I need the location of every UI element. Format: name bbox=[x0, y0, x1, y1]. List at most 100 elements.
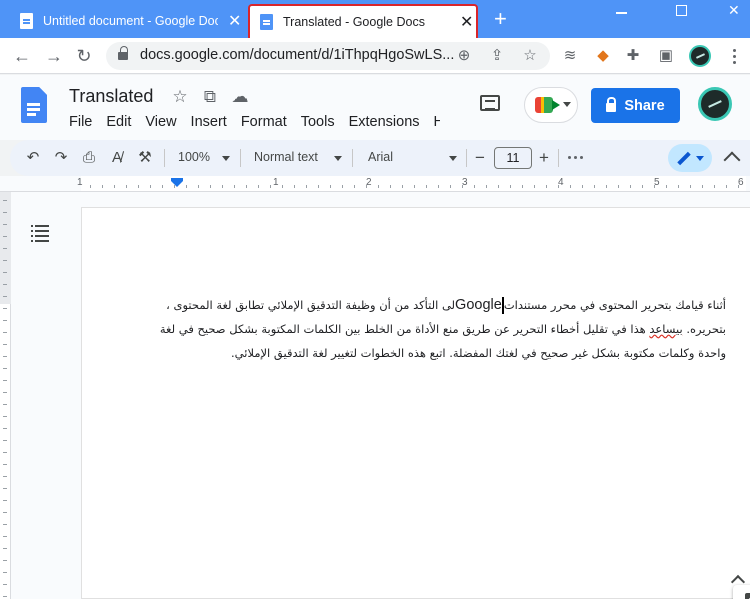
tab-untitled-document[interactable]: Untitled document - Google Docs ✕ bbox=[8, 4, 246, 38]
editing-mode-button[interactable] bbox=[668, 144, 712, 172]
ruler-tick bbox=[246, 185, 247, 188]
profile-avatar[interactable] bbox=[689, 45, 711, 67]
cloud-status-icon[interactable]: ☁ bbox=[230, 86, 250, 108]
comments-icon[interactable] bbox=[480, 95, 500, 111]
chevron-down-icon[interactable] bbox=[449, 156, 457, 161]
tab-close-icon[interactable]: ✕ bbox=[460, 12, 473, 32]
vertical-ruler-tick bbox=[3, 452, 7, 453]
browser-menu-icon[interactable] bbox=[724, 44, 744, 68]
collapse-menus-icon[interactable] bbox=[723, 151, 741, 169]
ruler-tick bbox=[282, 185, 283, 188]
increase-font-size-button[interactable]: + bbox=[534, 148, 554, 168]
ruler-number: 1 bbox=[273, 177, 279, 188]
vertical-ruler-tick bbox=[3, 548, 7, 549]
lock-icon[interactable] bbox=[118, 46, 128, 61]
ruler-tick bbox=[198, 185, 199, 188]
browser-navbar: ← → ↻ docs.google.com/document/d/1iThpqH… bbox=[0, 38, 750, 74]
misspelled-word[interactable]: بيساعد bbox=[649, 322, 682, 336]
back-button[interactable]: ← bbox=[10, 44, 34, 68]
meet-button[interactable] bbox=[524, 87, 578, 123]
reload-button[interactable]: ↻ bbox=[72, 44, 96, 68]
toolbar-divider bbox=[164, 149, 165, 167]
ruler-tick bbox=[510, 185, 511, 188]
minimize-button[interactable] bbox=[616, 0, 627, 20]
ruler-tick bbox=[258, 185, 259, 188]
document-line-3[interactable]: واحدة وكلمات مكتوبة بشكل غير صحيح في لغت… bbox=[174, 341, 726, 365]
vertical-ruler-tick bbox=[3, 392, 7, 393]
ruler-tick bbox=[666, 185, 667, 188]
ruler-tick bbox=[414, 185, 415, 188]
more-options-icon[interactable] bbox=[568, 156, 583, 159]
paragraph-style-select[interactable]: Normal text bbox=[254, 150, 318, 164]
vertical-ruler-tick bbox=[3, 344, 7, 345]
tab-close-icon[interactable]: ✕ bbox=[228, 11, 241, 31]
print-icon[interactable]: ⎙ bbox=[78, 148, 100, 168]
ruler-tick bbox=[366, 185, 367, 188]
font-select[interactable]: Arial bbox=[368, 150, 393, 164]
menu-format[interactable]: Format bbox=[241, 114, 287, 130]
account-avatar[interactable] bbox=[698, 87, 732, 121]
vertical-ruler-tick bbox=[3, 584, 7, 585]
zoom-icon[interactable]: ⊕ bbox=[454, 46, 474, 66]
document-line-1[interactable]: أثناء قيامك بتحرير المحتوى في محرر مستند… bbox=[166, 293, 726, 317]
paint-format-icon[interactable]: ⚒ bbox=[134, 148, 156, 168]
menu-tools[interactable]: Tools bbox=[301, 114, 335, 130]
forward-button[interactable]: → bbox=[42, 44, 66, 68]
share-button[interactable]: Share bbox=[591, 88, 680, 123]
menu-edit[interactable]: Edit bbox=[106, 114, 131, 130]
toolbar-divider bbox=[558, 149, 559, 167]
font-size-input[interactable]: 11 bbox=[494, 147, 532, 169]
vertical-ruler-tick bbox=[3, 536, 7, 537]
extension-icon[interactable]: ≋ bbox=[561, 47, 579, 65]
metamask-icon[interactable]: ◆ bbox=[594, 47, 612, 65]
tab-translated[interactable]: Translated - Google Docs ✕ bbox=[248, 4, 478, 38]
maximize-button[interactable] bbox=[676, 0, 687, 20]
pencil-icon bbox=[677, 151, 691, 166]
ruler-tick bbox=[174, 185, 175, 188]
vertical-ruler[interactable] bbox=[0, 192, 11, 599]
document-outline-icon[interactable] bbox=[31, 224, 49, 242]
star-icon[interactable]: ☆ bbox=[170, 86, 190, 108]
close-window-button[interactable]: ✕ bbox=[728, 0, 740, 20]
ruler-tick bbox=[342, 185, 343, 188]
horizontal-ruler[interactable]: 1 1 2 3 4 5 6 bbox=[0, 176, 750, 192]
text-run-latin: Google bbox=[455, 297, 502, 313]
chevron-down-icon[interactable] bbox=[334, 156, 342, 161]
decrease-font-size-button[interactable]: − bbox=[470, 148, 490, 168]
zoom-select[interactable]: 100% bbox=[178, 150, 210, 164]
document-body[interactable]: أثناء قيامك بتحرير المحتوى في محرر مستند… bbox=[160, 293, 726, 365]
vertical-ruler-tick bbox=[3, 428, 7, 429]
document-title[interactable]: Translated bbox=[69, 86, 153, 107]
vertical-ruler-tick bbox=[3, 440, 7, 441]
extensions-puzzle-icon[interactable]: ✚ bbox=[624, 47, 642, 65]
redo-icon[interactable]: ↷ bbox=[50, 148, 72, 168]
vertical-ruler-tick bbox=[3, 284, 7, 285]
spellcheck-icon[interactable]: A̸ bbox=[106, 148, 128, 168]
url-text[interactable]: docs.google.com/document/d/1iThpqHgoSwLS… bbox=[140, 47, 454, 63]
new-tab-button[interactable]: + bbox=[494, 8, 507, 30]
vertical-ruler-tick bbox=[3, 512, 7, 513]
address-bar[interactable]: docs.google.com/document/d/1iThpqHgoSwLS… bbox=[106, 42, 550, 70]
ruler-tick bbox=[126, 185, 127, 188]
document-page[interactable]: أثناء قيامك بتحرير المحتوى في محرر مستند… bbox=[81, 207, 750, 599]
vertical-ruler-tick bbox=[3, 476, 7, 477]
bookmark-star-icon[interactable]: ☆ bbox=[520, 46, 540, 66]
document-line-2[interactable]: بتحريره. بيساعد هذا في تقليل أخطاء التحر… bbox=[160, 317, 726, 341]
undo-icon[interactable]: ↶ bbox=[22, 148, 44, 168]
vertical-ruler-tick bbox=[3, 464, 7, 465]
move-folder-icon[interactable]: ⧉ bbox=[200, 86, 220, 108]
ruler-tick bbox=[222, 185, 223, 188]
menu-extensions[interactable]: Extensions bbox=[349, 114, 420, 130]
indent-marker[interactable] bbox=[171, 178, 183, 187]
ruler-tick bbox=[378, 185, 379, 188]
menu-file[interactable]: File bbox=[69, 114, 92, 130]
menu-view[interactable]: View bbox=[145, 114, 176, 130]
menu-insert[interactable]: Insert bbox=[191, 114, 227, 130]
share-page-icon[interactable]: ⇪ bbox=[487, 46, 507, 66]
docs-logo-icon[interactable] bbox=[21, 87, 47, 123]
side-panel-icon[interactable]: ▣ bbox=[657, 47, 675, 65]
vertical-ruler-tick bbox=[3, 380, 7, 381]
ruler-tick bbox=[294, 185, 295, 188]
ruler-tick bbox=[522, 185, 523, 188]
chevron-down-icon[interactable] bbox=[222, 156, 230, 161]
